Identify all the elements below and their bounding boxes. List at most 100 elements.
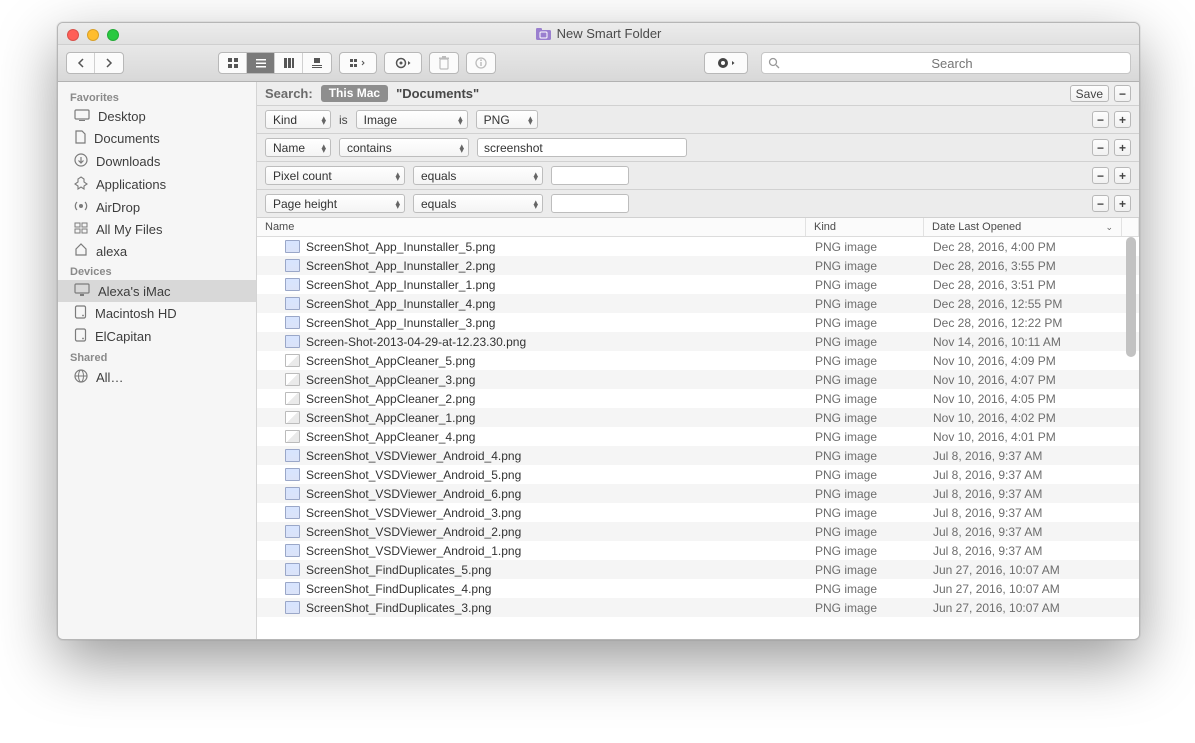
file-row[interactable]: ScreenShot_App_Inunstaller_5.png PNG ima…	[257, 237, 1139, 256]
file-row[interactable]: ScreenShot_App_Inunstaller_1.png PNG ima…	[257, 275, 1139, 294]
search-input[interactable]	[780, 55, 1124, 72]
column-date-header[interactable]: Date Last Opened ⌄	[924, 218, 1122, 236]
sidebar-item-documents[interactable]: Documents	[58, 127, 256, 150]
remove-criteria-button[interactable]: −	[1114, 85, 1131, 102]
file-kind: PNG image	[807, 544, 925, 558]
sidebar-item-alexa[interactable]: alexa	[58, 240, 256, 262]
file-row[interactable]: ScreenShot_App_Inunstaller_3.png PNG ima…	[257, 313, 1139, 332]
file-icon	[285, 563, 300, 576]
criteria-select[interactable]: Image▴▾	[356, 110, 468, 129]
scrollbar-thumb[interactable]	[1126, 237, 1136, 357]
air-icon	[74, 199, 88, 216]
file-row[interactable]: ScreenShot_App_Inunstaller_4.png PNG ima…	[257, 294, 1139, 313]
sidebar-item-airdrop[interactable]: AirDrop	[58, 196, 256, 219]
scope-this-mac[interactable]: This Mac	[321, 85, 388, 102]
minimize-window-button[interactable]	[87, 29, 99, 41]
sidebar: Favorites DesktopDocumentsDownloadsAppli…	[58, 82, 257, 639]
file-icon	[285, 601, 300, 614]
criteria-select[interactable]: Page height▴▾	[265, 194, 405, 213]
sidebar-item-macintosh-hd[interactable]: Macintosh HD	[58, 302, 256, 325]
file-row[interactable]: ScreenShot_VSDViewer_Android_3.png PNG i…	[257, 503, 1139, 522]
icon-view-button[interactable]	[219, 53, 247, 73]
criteria-value-input[interactable]	[551, 166, 629, 185]
column-name-header[interactable]: Name	[257, 218, 806, 236]
sidebar-item-all my files[interactable]: All My Files	[58, 219, 256, 240]
file-row[interactable]: ScreenShot_App_Inunstaller_2.png PNG ima…	[257, 256, 1139, 275]
file-row[interactable]: ScreenShot_AppCleaner_2.png PNG image No…	[257, 389, 1139, 408]
sidebar-section-favorites: Favorites	[58, 88, 256, 106]
forward-button[interactable]	[95, 53, 123, 73]
file-name: ScreenShot_VSDViewer_Android_3.png	[306, 506, 521, 520]
titlebar[interactable]: New Smart Folder	[58, 23, 1139, 45]
file-row[interactable]: ScreenShot_VSDViewer_Android_6.png PNG i…	[257, 484, 1139, 503]
file-row[interactable]: ScreenShot_VSDViewer_Android_1.png PNG i…	[257, 541, 1139, 560]
sidebar-item-desktop[interactable]: Desktop	[58, 106, 256, 127]
file-row[interactable]: ScreenShot_AppCleaner_3.png PNG image No…	[257, 370, 1139, 389]
criteria-select[interactable]: PNG▴▾	[476, 110, 538, 129]
search-field[interactable]	[761, 52, 1131, 74]
criteria-text-input[interactable]	[477, 138, 687, 157]
file-icon	[285, 449, 300, 462]
file-icon	[285, 506, 300, 519]
file-icon	[285, 392, 300, 405]
zoom-window-button[interactable]	[107, 29, 119, 41]
sidebar-item-elcapitan[interactable]: ElCapitan	[58, 325, 256, 348]
file-row[interactable]: ScreenShot_AppCleaner_1.png PNG image No…	[257, 408, 1139, 427]
sidebar-item-downloads[interactable]: Downloads	[58, 150, 256, 173]
remove-criterion-button[interactable]: −	[1092, 139, 1109, 156]
file-row[interactable]: ScreenShot_VSDViewer_Android_4.png PNG i…	[257, 446, 1139, 465]
criteria-select[interactable]: Name▴▾	[265, 138, 331, 157]
remove-criterion-button[interactable]: −	[1092, 167, 1109, 184]
file-date: Nov 10, 2016, 4:07 PM	[925, 373, 1123, 387]
add-criterion-button[interactable]: +	[1114, 167, 1131, 184]
column-kind-header[interactable]: Kind	[806, 218, 924, 236]
scope-documents[interactable]: "Documents"	[396, 86, 479, 101]
vertical-scrollbar[interactable]	[1124, 237, 1138, 639]
file-row[interactable]: ScreenShot_FindDuplicates_4.png PNG imag…	[257, 579, 1139, 598]
list-header: Name Kind Date Last Opened ⌄	[257, 218, 1139, 237]
file-row[interactable]: ScreenShot_VSDViewer_Android_2.png PNG i…	[257, 522, 1139, 541]
file-row[interactable]: ScreenShot_FindDuplicates_3.png PNG imag…	[257, 598, 1139, 617]
file-date: Jul 8, 2016, 9:37 AM	[925, 449, 1123, 463]
file-row[interactable]: ScreenShot_AppCleaner_5.png PNG image No…	[257, 351, 1139, 370]
add-criterion-button[interactable]: +	[1114, 111, 1131, 128]
main-pane: Search: This Mac "Documents" Save − Kind…	[257, 82, 1139, 639]
list-view-button[interactable]	[247, 53, 275, 73]
criteria-select[interactable]: Kind▴▾	[265, 110, 331, 129]
save-search-button[interactable]: Save	[1070, 85, 1109, 102]
window-controls	[67, 29, 119, 41]
file-kind: PNG image	[807, 240, 925, 254]
file-icon	[285, 259, 300, 272]
criteria-select[interactable]: equals▴▾	[413, 166, 543, 185]
action-button[interactable]	[385, 53, 421, 73]
criteria-select[interactable]: contains▴▾	[339, 138, 469, 157]
criteria-select[interactable]: Pixel count▴▾	[265, 166, 405, 185]
file-row[interactable]: ScreenShot_AppCleaner_4.png PNG image No…	[257, 427, 1139, 446]
quicklook-button[interactable]	[704, 52, 748, 74]
remove-criterion-button[interactable]: −	[1092, 195, 1109, 212]
file-name: ScreenShot_VSDViewer_Android_5.png	[306, 468, 521, 482]
desktop-icon	[74, 109, 90, 124]
criteria-select[interactable]: equals▴▾	[413, 194, 543, 213]
file-list[interactable]: ScreenShot_App_Inunstaller_5.png PNG ima…	[257, 237, 1139, 639]
file-row[interactable]: ScreenShot_FindDuplicates_5.png PNG imag…	[257, 560, 1139, 579]
remove-criterion-button[interactable]: −	[1092, 111, 1109, 128]
column-view-button[interactable]	[275, 53, 303, 73]
sidebar-item-applications[interactable]: Applications	[58, 173, 256, 196]
sidebar-item-all-shared[interactable]: All…	[58, 366, 256, 389]
get-info-button[interactable]	[467, 53, 495, 73]
coverflow-view-button[interactable]	[303, 53, 331, 73]
close-window-button[interactable]	[67, 29, 79, 41]
file-date: Nov 10, 2016, 4:01 PM	[925, 430, 1123, 444]
add-criterion-button[interactable]: +	[1114, 195, 1131, 212]
delete-button[interactable]	[430, 53, 458, 73]
file-icon	[285, 468, 300, 481]
add-criterion-button[interactable]: +	[1114, 139, 1131, 156]
back-button[interactable]	[67, 53, 95, 73]
criteria-value-input[interactable]	[551, 194, 629, 213]
arrange-button[interactable]	[340, 53, 376, 73]
file-row[interactable]: ScreenShot_VSDViewer_Android_5.png PNG i…	[257, 465, 1139, 484]
file-kind: PNG image	[807, 468, 925, 482]
sidebar-item-alexa-s-imac[interactable]: Alexa's iMac	[58, 280, 256, 302]
file-row[interactable]: Screen-Shot-2013-04-29-at-12.23.30.png P…	[257, 332, 1139, 351]
